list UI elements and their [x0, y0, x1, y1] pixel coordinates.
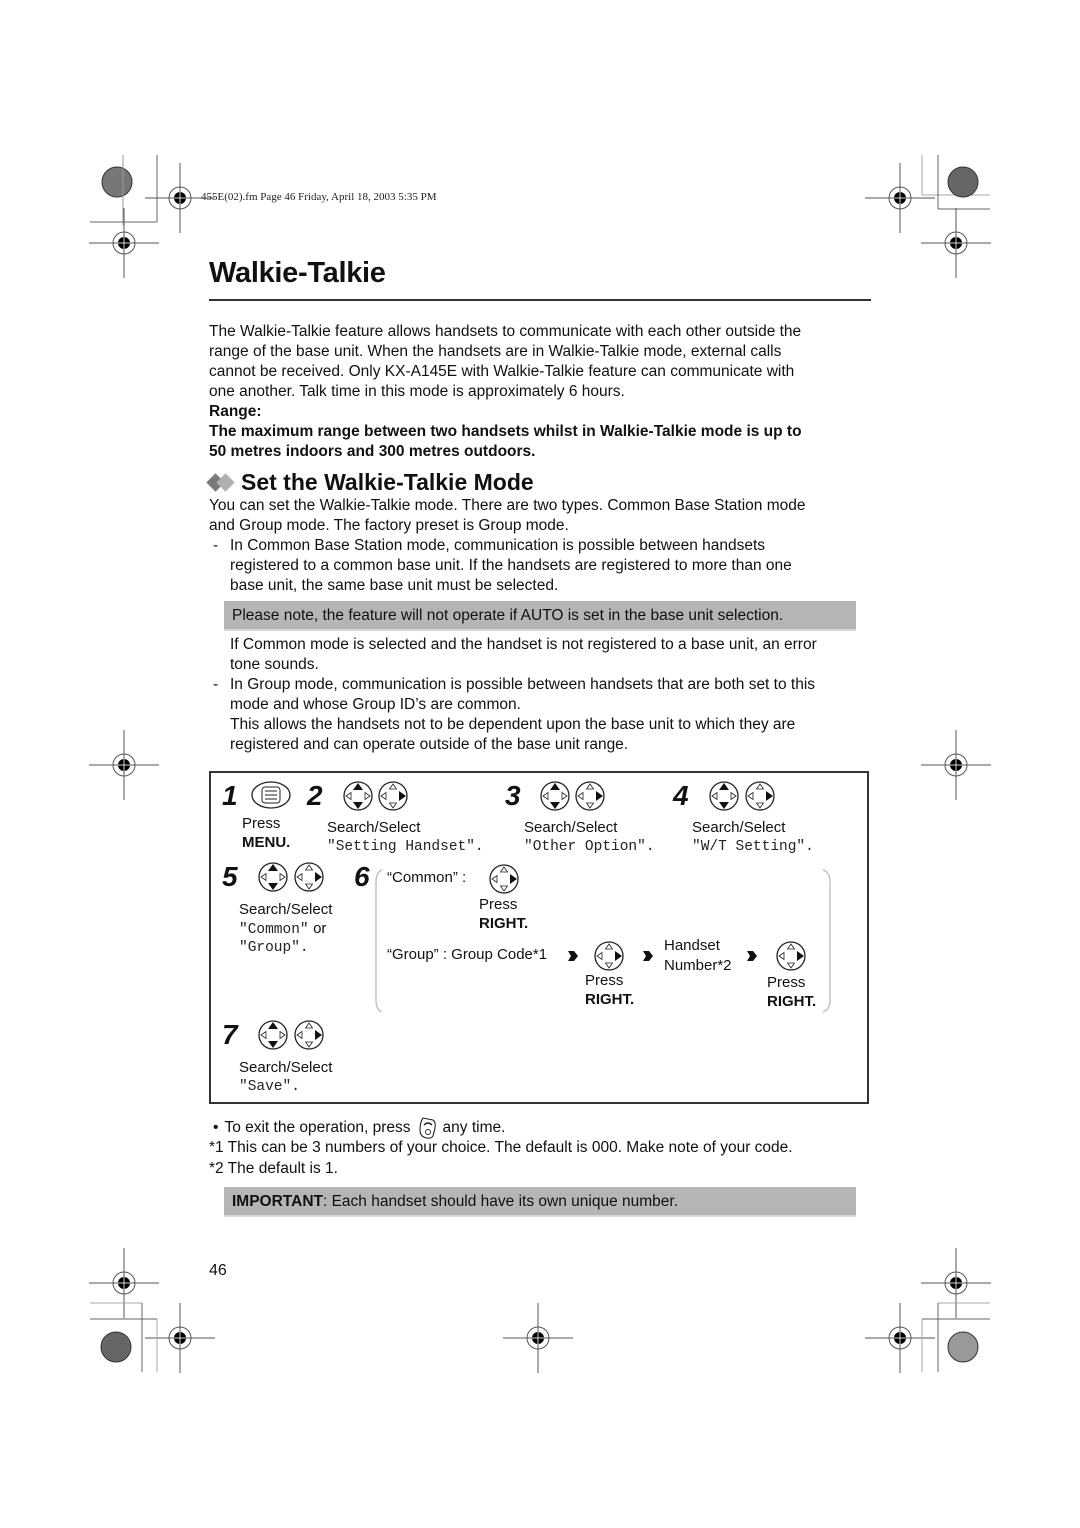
common-mode-item: - In Common Base Station mode, communica…: [213, 537, 792, 594]
registration-mark-icon: [503, 1303, 573, 1373]
navigator-right-icon: [293, 861, 325, 893]
text-line: registered to a common base unit. If the…: [230, 557, 792, 574]
navigator-right-icon: [775, 940, 807, 972]
page-number: 46: [209, 1262, 227, 1279]
menu-key-icon: [251, 781, 291, 809]
off-key-icon: [418, 1117, 436, 1139]
step-number: 7: [222, 1019, 238, 1050]
auto-note-box: Please note, the feature will not operat…: [224, 601, 856, 631]
step-number: 5: [222, 861, 238, 892]
right-key-label: RIGHT.: [479, 915, 529, 932]
step-action: Press: [242, 815, 281, 832]
step-target: "W/T Setting".: [692, 839, 814, 855]
text-line: If Common mode is selected and the hands…: [230, 636, 817, 653]
title-rule: [209, 299, 871, 301]
text-line: registered and can operate outside of th…: [230, 736, 629, 753]
text-line: tone sounds.: [230, 656, 319, 673]
navigator-right-icon: [377, 780, 409, 812]
step-action: Search/Select: [239, 901, 333, 918]
text-line: base unit, the same base unit must be se…: [230, 577, 559, 594]
right-key-label: RIGHT.: [767, 993, 817, 1010]
navigator-right-icon: [593, 940, 625, 972]
step-number: 1: [222, 780, 238, 811]
navigator-up-down-icon: [257, 861, 289, 893]
navigator-right-icon: [744, 780, 776, 812]
navigator-right-icon: [574, 780, 606, 812]
text-line: In Group mode, communication is possible…: [230, 676, 816, 693]
footnote-2: *2 The default is 1.: [209, 1160, 338, 1177]
section-title: Set the Walkie-Talkie Mode: [241, 469, 534, 495]
group-mode-item: - In Group mode, communication is possib…: [213, 676, 816, 753]
text-line: and Group mode. The factory preset is Gr…: [209, 517, 569, 534]
navigator-up-down-icon: [342, 780, 374, 812]
step-target: MENU.: [242, 834, 291, 851]
text-line: In Common Base Station mode, communicati…: [230, 537, 766, 554]
starburst-bottom-right-icon: [921, 1302, 990, 1372]
group-option-label: “Group” : Group Code*1: [387, 946, 548, 963]
intro-paragraph: The Walkie-Talkie feature allows handset…: [209, 322, 873, 462]
navigator-right-icon: [488, 863, 520, 895]
text-line: This allows the handsets not to be depen…: [230, 716, 796, 733]
section-heading: Set the Walkie-Talkie Mode: [206, 469, 534, 496]
registration-mark-icon: [921, 730, 991, 800]
step-action: Search/Select: [692, 819, 786, 836]
press-label: Press: [767, 974, 806, 991]
step-target: "Group".: [239, 940, 309, 956]
important-text: : Each handset should have its own uniqu…: [322, 1193, 679, 1210]
range-text: The maximum range between two handsets w…: [209, 423, 802, 440]
error-tone-note: If Common mode is selected and the hands…: [230, 635, 874, 675]
important-label: IMPORTANT: [232, 1193, 323, 1210]
step-number: 6: [354, 861, 370, 892]
common-option-label: “Common” :: [387, 869, 467, 886]
handset-number-label: Number*2: [664, 957, 732, 974]
step-action: Search/Select: [327, 819, 421, 836]
step-target: "Common" or: [239, 920, 327, 938]
step-target: "Save".: [239, 1079, 300, 1095]
right-key-label: RIGHT.: [585, 991, 635, 1008]
navigator-up-down-icon: [539, 780, 571, 812]
handset-number-label: Handset: [664, 937, 720, 954]
step-target: "Other Option".: [524, 839, 655, 855]
text-line: range of the base unit. When the handset…: [209, 343, 782, 360]
text-line: You can set the Walkie-Talkie mode. Ther…: [209, 497, 806, 514]
text-line: one another. Talk time in this mode is a…: [209, 383, 625, 400]
step-number: 2: [307, 780, 323, 811]
step-target: "Setting Handset".: [327, 839, 484, 855]
press-label: Press: [585, 972, 624, 989]
range-text: 50 metres indoors and 300 metres outdoor…: [209, 443, 536, 460]
navigator-up-down-icon: [708, 780, 740, 812]
step-number: 4: [673, 780, 689, 811]
footnote-1: *1 This can be 3 numbers of your choice.…: [209, 1139, 793, 1156]
page-title: Walkie-Talkie: [209, 257, 386, 289]
press-label: Press: [479, 896, 518, 913]
double-diamond-icon: [206, 473, 235, 492]
step-action: Search/Select: [239, 1059, 333, 1076]
exit-note: • To exit the operation, press any time.: [213, 1116, 505, 1140]
starburst-bottom-left-icon: [90, 1302, 158, 1372]
arrow-right-icon: [643, 949, 653, 963]
step-action: Search/Select: [524, 819, 618, 836]
registration-mark-icon: [89, 730, 159, 800]
navigator-right-icon: [293, 1019, 325, 1051]
file-meta-header: 455E(02).fm Page 46 Friday, April 18, 20…: [201, 191, 437, 203]
text-line: cannot be received. Only KX-A145E with W…: [209, 363, 795, 380]
registration-mark-icon: [89, 208, 159, 278]
navigator-up-down-icon: [257, 1019, 289, 1051]
starburst-top-right-icon: [921, 155, 990, 210]
section-intro: You can set the Walkie-Talkie mode. Ther…: [209, 496, 873, 536]
text-line: mode and whose Group ID’s are common.: [230, 696, 521, 713]
arrow-right-icon: [747, 949, 757, 963]
arrow-right-icon: [568, 949, 578, 963]
text-line: The Walkie-Talkie feature allows handset…: [209, 323, 802, 340]
important-box: IMPORTANT: Each handset should have its …: [224, 1187, 856, 1217]
range-label: Range:: [209, 403, 262, 420]
step-number: 3: [505, 780, 521, 811]
